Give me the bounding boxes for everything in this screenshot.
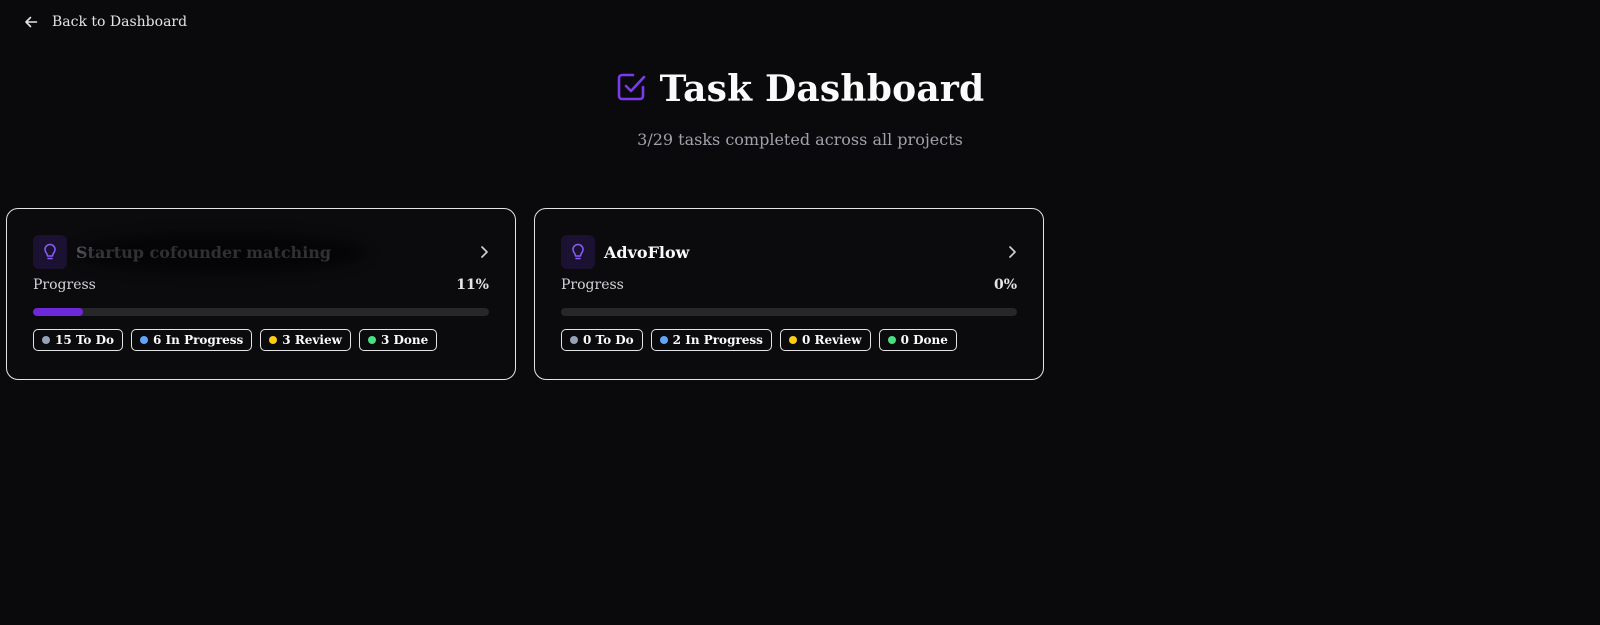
status-badge-done: 3 Done	[358, 329, 438, 351]
badge-label: 0 To Do	[583, 333, 634, 347]
project-name: Startup cofounder matching	[76, 242, 332, 262]
progress-label: Progress	[561, 277, 624, 293]
badge-label: 3 Done	[380, 333, 429, 347]
progress-bar	[561, 308, 1017, 316]
card-header: Startup cofounder matching	[33, 235, 489, 269]
card-title-group: AdvoFlow	[561, 235, 689, 269]
badge-label: 0 Review	[801, 333, 862, 347]
status-badge-done: 0 Done	[878, 329, 957, 351]
card-title-group: Startup cofounder matching	[33, 235, 331, 269]
back-to-dashboard-link[interactable]: Back to Dashboard	[24, 14, 187, 30]
chevron-right-icon[interactable]	[1007, 245, 1017, 259]
card-header: AdvoFlow	[561, 235, 1017, 269]
progress-label: Progress	[33, 277, 96, 293]
badge-label: 3 Review	[282, 333, 342, 347]
project-card-startup-cofounder-matching[interactable]: Startup cofounder matching Progress 11% …	[6, 208, 516, 380]
review-dot-icon	[269, 336, 278, 344]
badge-label: 0 Done	[900, 333, 948, 347]
arrow-left-icon	[24, 15, 38, 29]
project-name: AdvoFlow	[604, 242, 690, 262]
done-dot-icon	[887, 336, 896, 344]
status-badge-todo: 0 To Do	[561, 329, 643, 351]
tasks-summary: 3/29 tasks completed across all projects	[637, 130, 963, 149]
badge-label: 2 In Progress	[672, 333, 763, 347]
lightbulb-icon	[561, 235, 595, 269]
back-link-label: Back to Dashboard	[52, 14, 188, 30]
status-badge-review: 3 Review	[260, 329, 351, 351]
status-badge-review: 0 Review	[779, 329, 871, 351]
todo-dot-icon	[42, 336, 50, 344]
page-title: Task Dashboard	[659, 68, 985, 110]
lightbulb-icon	[33, 235, 67, 269]
status-badge-in-progress: 2 In Progress	[650, 329, 772, 351]
progress-bar	[33, 308, 489, 316]
chevron-right-icon[interactable]	[479, 245, 489, 259]
status-badge-todo: 15 To Do	[33, 329, 124, 351]
page-header: Task Dashboard 3/29 tasks completed acro…	[0, 68, 1600, 149]
badge-label: 6 In Progress	[153, 333, 244, 347]
review-dot-icon	[788, 336, 797, 344]
progress-bar-fill	[33, 308, 84, 316]
status-badges: 0 To Do 2 In Progress 0 Review 0 Done	[561, 329, 1017, 351]
in-progress-dot-icon	[659, 336, 668, 344]
progress-percent: 11%	[456, 277, 489, 293]
title-row: Task Dashboard	[616, 68, 985, 110]
progress-row: Progress 0%	[561, 277, 1017, 293]
progress-percent: 0%	[993, 277, 1017, 293]
project-card-advoflow[interactable]: AdvoFlow Progress 0% 0 To Do 2 In Progre…	[534, 208, 1044, 380]
status-badge-in-progress: 6 In Progress	[131, 329, 253, 351]
project-cards: Startup cofounder matching Progress 11% …	[6, 208, 1044, 380]
checkbox-icon	[616, 72, 646, 106]
todo-dot-icon	[570, 336, 578, 344]
done-dot-icon	[367, 336, 376, 344]
status-badges: 15 To Do 6 In Progress 3 Review 3 Done	[33, 329, 489, 351]
badge-label: 15 To Do	[55, 333, 115, 347]
in-progress-dot-icon	[140, 336, 149, 344]
progress-row: Progress 11%	[33, 277, 489, 293]
